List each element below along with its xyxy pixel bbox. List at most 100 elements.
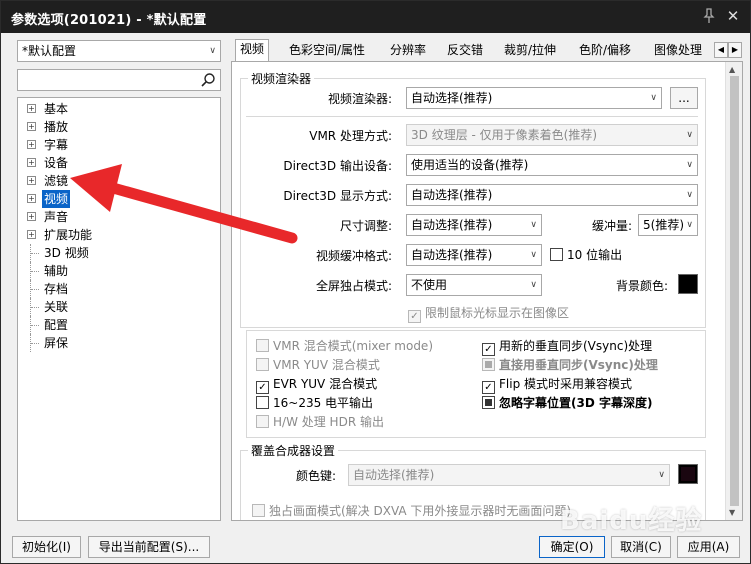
tab-video[interactable]: 视频 (235, 39, 270, 61)
tree-line (31, 253, 39, 254)
d3d-display-select[interactable]: 自动选择(推荐) ∨ (406, 184, 698, 206)
tree-line (31, 289, 39, 290)
ok-button[interactable]: 确定(O) (539, 536, 605, 558)
tab-crop-stretch[interactable]: 裁剪/拉伸 (500, 41, 560, 61)
expand-icon[interactable]: + (27, 140, 36, 149)
cancel-button[interactable]: 取消(C) (611, 536, 671, 558)
checkbox-label: Flip 模式时采用兼容模式 (499, 377, 633, 391)
range-16-235-checkbox[interactable]: 16~235 电平输出 (256, 395, 373, 411)
vmr-yuv-checkbox: VMR YUV 混合模式 (256, 357, 380, 373)
tree-item[interactable]: 3D 视频 (18, 244, 220, 262)
tree-item[interactable]: + 声音 (18, 208, 220, 226)
tree-item-label: 播放 (44, 120, 69, 134)
tree-item-label: 屏保 (44, 336, 69, 350)
apply-button[interactable]: 应用(A) (677, 536, 740, 558)
checkbox-box (256, 415, 269, 428)
tab-scroll-right-icon[interactable]: ▶ (728, 42, 742, 58)
tab-image-processing[interactable]: 图像处理 (650, 41, 714, 61)
expand-icon[interactable]: + (27, 194, 36, 203)
hw-hdr-checkbox: H/W 处理 HDR 输出 (256, 414, 384, 430)
expand-icon[interactable]: + (27, 230, 36, 239)
expand-icon[interactable]: + (27, 158, 36, 167)
tab-levels[interactable]: 色阶/偏移 (575, 41, 635, 61)
chevron-down-icon: ∨ (530, 250, 537, 260)
color-key-value: 自动选择(推荐) (353, 468, 435, 482)
tree-item[interactable]: + 字幕 (18, 136, 220, 154)
vmr-mix-checkbox: VMR 混合模式(mixer mode) (256, 338, 433, 354)
tree-item[interactable]: + 设备 (18, 154, 220, 172)
expand-icon[interactable]: + (27, 104, 36, 113)
tree-item[interactable]: + 基本 (18, 100, 220, 118)
checkbox-label: 忽略字幕位置(3D 字幕深度) (499, 396, 653, 410)
checkbox-label: 直接用垂直同步(Vsync)处理 (499, 358, 658, 372)
tree-item-label: 滤镜 (44, 174, 69, 188)
renderer-label: 视频渲染器: (327, 92, 392, 106)
checkbox-label: 用新的垂直同步(Vsync)处理 (499, 339, 653, 353)
checkbox-box (256, 339, 269, 352)
bg-color-swatch[interactable] (678, 274, 698, 294)
scroll-thumb[interactable] (730, 76, 739, 506)
buffer-value: 5(推荐) (643, 218, 684, 232)
d3d-device-value: 使用适当的设备(推荐) (411, 158, 529, 172)
tree-item[interactable]: 屏保 (18, 334, 220, 352)
buffer-format-select[interactable]: 自动选择(推荐) ∨ (406, 244, 542, 266)
expand-icon[interactable]: + (27, 122, 36, 131)
flip-compat-checkbox[interactable]: ✓ Flip 模式时采用兼容模式 (482, 376, 633, 394)
scroll-up-icon[interactable]: ▲ (729, 65, 735, 74)
tab-label: 视频 (240, 42, 265, 56)
expand-icon[interactable]: + (27, 176, 36, 185)
tree-line (31, 343, 39, 344)
search-icon[interactable] (200, 72, 216, 88)
tenbit-output-checkbox[interactable]: 10 位输出 (550, 247, 622, 263)
search-input[interactable] (17, 69, 221, 91)
tree-item-label: 字幕 (44, 138, 69, 152)
tree-item[interactable]: + 视频 (18, 190, 220, 208)
buffer-label: 缓冲量: (591, 219, 632, 233)
tab-colorspace[interactable]: 色彩空间/属性 (285, 41, 369, 61)
limit-cursor-checkbox: ✓ 限制鼠标光标显示在图像区 (408, 305, 570, 323)
fullscreen-select[interactable]: 不使用 ∨ (406, 274, 542, 296)
checkbox-label: 限制鼠标光标显示在图像区 (425, 306, 570, 320)
new-vsync-checkbox[interactable]: ✓ 用新的垂直同步(Vsync)处理 (482, 338, 653, 356)
vmr-mode-label: VMR 处理方式: (309, 129, 392, 143)
buffer-select[interactable]: 5(推荐) ∨ (638, 214, 698, 236)
tree-item[interactable]: + 滤镜 (18, 172, 220, 190)
tab-deinterlace[interactable]: 反交错 (443, 41, 487, 61)
d3d-device-select[interactable]: 使用适当的设备(推荐) ∨ (406, 154, 698, 176)
resize-select[interactable]: 自动选择(推荐) ∨ (406, 214, 542, 236)
evr-yuv-checkbox[interactable]: ✓ EVR YUV 混合模式 (256, 376, 377, 394)
profile-select[interactable]: *默认配置 ∨ (17, 40, 221, 62)
init-button[interactable]: 初始化(I) (12, 536, 81, 558)
vmr-mode-select: 3D 纹理层 - 仅用于像素着色(推荐) ∨ (406, 124, 698, 146)
export-config-button[interactable]: 导出当前配置(S)... (88, 536, 210, 558)
checkbox-box (252, 504, 265, 517)
bg-color-label: 背景颜色: (615, 279, 668, 293)
checkbox-box (482, 358, 495, 371)
checkbox-label: VMR YUV 混合模式 (273, 358, 380, 372)
pin-icon[interactable] (702, 8, 716, 24)
scroll-down-icon[interactable]: ▼ (729, 508, 735, 517)
tree-item[interactable]: 辅助 (18, 262, 220, 280)
panel-scrollbar[interactable]: ▲ ▼ (725, 62, 742, 520)
tab-scroll-left-icon[interactable]: ◀ (714, 42, 728, 58)
tree-item[interactable]: + 扩展功能 (18, 226, 220, 244)
tree-item[interactable]: 配置 (18, 316, 220, 334)
expand-icon[interactable]: + (27, 212, 36, 221)
tree-item[interactable]: 关联 (18, 298, 220, 316)
tab-resolution[interactable]: 分辨率 (386, 41, 430, 61)
chevron-down-icon: ∨ (209, 46, 216, 56)
tree-item-label: 扩展功能 (44, 228, 93, 242)
tree-item[interactable]: + 播放 (18, 118, 220, 136)
close-icon[interactable]: ✕ (724, 7, 742, 25)
tree-item-label: 3D 视频 (44, 246, 89, 260)
preferences-window: 参数选项(201021) - *默认配置 ✕ *默认配置 ∨ + 基本 + 播放 + 字幕… (0, 0, 751, 564)
renderer-group-title: 视频渲染器 (248, 70, 315, 87)
chevron-down-icon: ∨ (658, 470, 665, 480)
renderer-select[interactable]: 自动选择(推荐) ∨ (406, 87, 662, 109)
ignore-sub-position-checkbox[interactable]: 忽略字幕位置(3D 字幕深度) (482, 395, 652, 411)
renderer-settings-button[interactable]: ... (670, 87, 698, 109)
resize-value: 自动选择(推荐) (411, 218, 493, 232)
chevron-down-icon: ∨ (686, 220, 693, 230)
tree-item[interactable]: 存档 (18, 280, 220, 298)
fullscreen-value: 不使用 (411, 278, 448, 292)
